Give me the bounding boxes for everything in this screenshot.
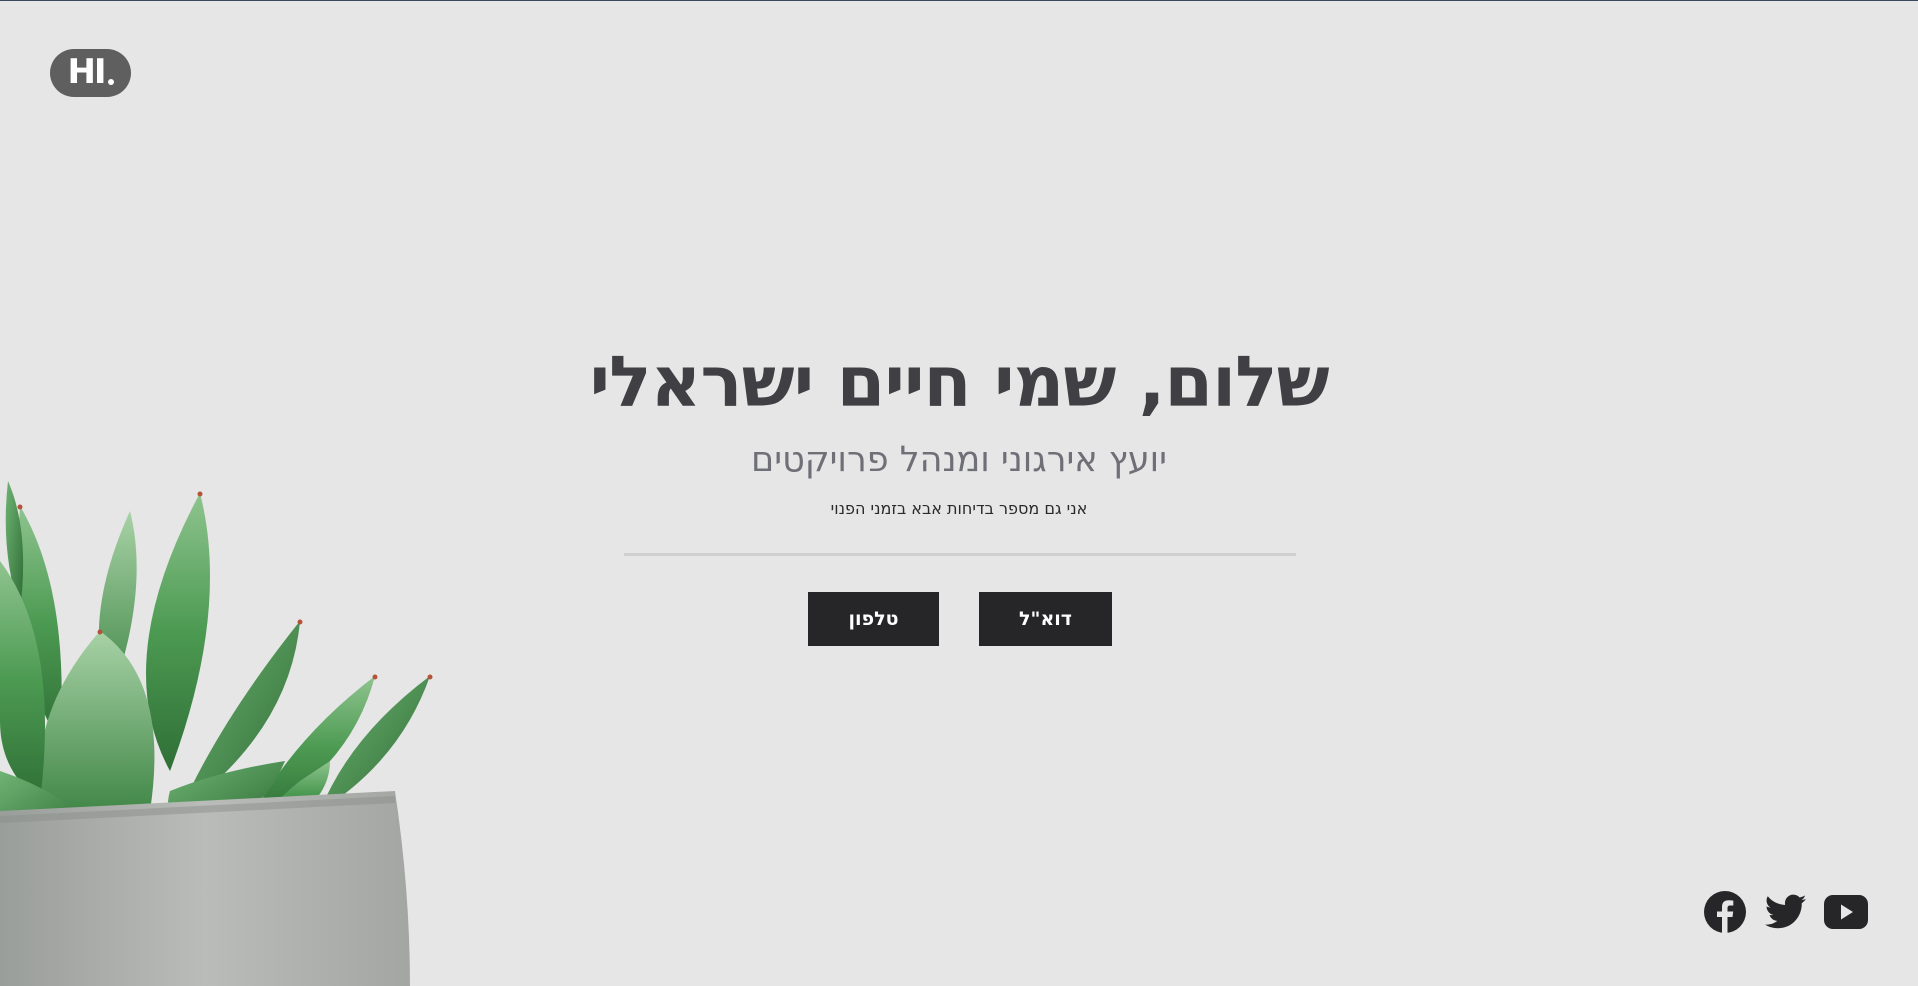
- divider: [624, 553, 1296, 556]
- twitter-link[interactable]: [1764, 890, 1808, 934]
- twitter-icon: [1765, 894, 1807, 929]
- youtube-icon: [1824, 895, 1868, 929]
- youtube-link[interactable]: [1824, 890, 1868, 934]
- logo-dot: [107, 79, 114, 85]
- facebook-icon: [1704, 891, 1746, 933]
- logo-text: HI: [67, 52, 106, 92]
- page-title: שלום, שמי חיים ישראלי: [589, 341, 1329, 423]
- phone-button[interactable]: טלפון: [808, 592, 939, 646]
- page: HI שלום, שמי חיים ישראלי יועץ אירגוני ומ…: [0, 0, 1918, 986]
- facebook-link[interactable]: [1703, 890, 1747, 934]
- logo-link[interactable]: HI: [50, 49, 131, 97]
- email-button[interactable]: דוא"ל: [979, 592, 1112, 646]
- succulent-plant-image: [0, 481, 433, 986]
